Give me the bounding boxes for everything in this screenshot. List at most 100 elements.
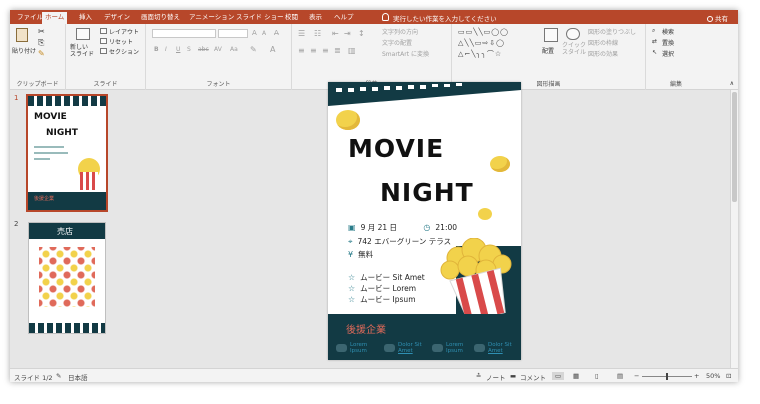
find-icon[interactable]: ⌕ [652,27,655,35]
align-text-button[interactable]: 文字の配置 [382,38,412,47]
sponsor-name[interactable]: Lorem Ipsum [350,342,367,354]
tab-slideshow[interactable]: スライド ショー [233,12,287,24]
shape-effects-button[interactable]: 図形の効果 [588,49,618,58]
event-date-time[interactable]: ▣ 9 月 21 日 ◷ 21:00 [348,222,457,233]
section-icon [100,48,107,54]
highlight-icon[interactable]: ✎ [250,45,257,54]
current-slide-canvas[interactable]: MOVIE NIGHT ▣ 9 月 21 日 ◷ 21:00 ⌖ 742 エバーグリー… [328,82,521,360]
font-size-dropdown[interactable] [218,29,248,38]
slideshow-icon[interactable]: ▤ [617,372,623,380]
select-icon[interactable]: ↖ [652,49,657,56]
arrange-icon[interactable] [544,28,558,42]
clear-format-icon[interactable]: A̶ [274,29,279,37]
tab-home[interactable]: ホーム [42,12,68,24]
copy-icon[interactable]: ⎘ [38,38,44,48]
italic-button[interactable]: I [165,46,167,53]
numbering-icon[interactable]: ☷ [314,29,321,38]
decrease-indent-icon[interactable]: ⇤ [332,29,339,38]
tab-insert[interactable]: 挿入 [76,12,95,24]
find-button[interactable]: 検索 [662,27,674,36]
arrange-button[interactable]: 配置 [542,46,554,55]
shrink-font-button[interactable]: A [262,30,266,37]
comments-icon[interactable]: ▬ [510,372,516,380]
slide-title-movie[interactable]: MOVIE [348,134,444,163]
cut-icon[interactable]: ✂ [38,27,45,36]
new-slide-button[interactable]: 新しい スライド [70,44,94,58]
align-left-icon[interactable]: ≡ [298,46,305,55]
quick-style-button[interactable]: クイック スタイル [562,42,586,56]
notes-button[interactable]: ノート [486,372,506,382]
select-button[interactable]: 選択 [662,49,674,58]
smartart-button[interactable]: SmartArt に変換 [382,49,429,58]
scrollbar-thumb[interactable] [732,92,737,202]
share-button[interactable]: 共有 [707,13,728,23]
shape-fill-button[interactable]: 図形の塗りつぶし [588,27,636,36]
collapse-ribbon-icon[interactable]: ∧ [730,80,734,87]
line-spacing-icon[interactable]: ↕ [358,29,365,38]
align-right-icon[interactable]: ≡ [322,46,329,55]
shapes-gallery[interactable]: ▭▭╲╲▭◯◯ △╲╲▭⇨⇩◯ △⌐╲╮╮⌒☆ [458,27,534,61]
event-price-line[interactable]: ¥ 無料 [348,249,373,260]
align-center-icon[interactable]: ≡ [310,46,317,55]
popcorn-bucket-icon [440,238,512,318]
thumb1-text-line [34,152,68,154]
increase-indent-icon[interactable]: ⇥ [344,29,351,38]
shape-outline-button[interactable]: 図形の枠線 [588,38,618,47]
bullets-icon[interactable]: ☰ [298,29,305,38]
zoom-out-icon[interactable]: − [634,372,639,380]
proofing-icon[interactable]: ✎ [56,372,61,380]
char-spacing-button[interactable]: AV [214,46,222,53]
strikethrough-button[interactable]: abc [198,46,209,53]
tab-view[interactable]: 表示 [306,12,325,24]
star-icon: ☆ [348,284,356,293]
fit-to-window-icon[interactable]: ⊡ [726,372,731,380]
thumbnail-slide-2[interactable]: 売店 [28,222,106,334]
vertical-scrollbar[interactable] [730,90,738,368]
text-direction-button[interactable]: 文字列の方向 [382,27,418,36]
normal-view-icon[interactable]: ▭ [552,372,565,380]
tell-me-search[interactable]: 実行したい作業を入力してください [393,13,497,23]
underline-button[interactable]: U [176,46,180,53]
columns-icon[interactable]: ▥ [348,46,356,55]
thumbnail-slide-1[interactable]: MOVIE NIGHT 後援企業 [26,94,108,212]
sponsor-name[interactable]: Dolor Sit Amet [488,342,512,354]
slide-sorter-icon[interactable]: ▦ [573,372,579,380]
reset-button[interactable]: リセット [109,37,133,46]
new-slide-icon[interactable] [76,28,90,40]
bold-button[interactable]: B [154,46,159,53]
comments-button[interactable]: コメント [520,372,546,382]
sponsor-heading[interactable]: 後援企業 [346,321,386,336]
reading-view-icon[interactable]: ▯ [595,372,599,380]
paste-button[interactable]: 貼り付け [12,46,36,55]
replace-icon[interactable]: ⇄ [652,38,657,45]
sponsor-name[interactable]: Lorem Ipsum [446,342,463,354]
sponsor-name[interactable]: Dolor Sit Amet [398,342,422,354]
zoom-in-icon[interactable]: + [694,372,699,380]
grow-font-button[interactable]: A [252,29,257,37]
movie-list-item[interactable]: ☆ ムービー Sit Amet [348,272,425,283]
zoom-level[interactable]: 50% [706,372,720,380]
tab-animations[interactable]: アニメーション [186,12,237,24]
zoom-slider-thumb[interactable] [666,373,668,380]
change-case-button[interactable]: Aa [230,46,238,53]
thumb1-filmstrip [28,96,106,106]
format-painter-icon[interactable]: ✎ [38,49,45,58]
section-button[interactable]: セクション [109,47,139,56]
justify-icon[interactable]: ≣ [334,46,341,55]
quick-style-icon[interactable] [566,28,580,40]
tab-transitions[interactable]: 画面切り替え [138,12,183,24]
paste-icon[interactable] [16,28,28,42]
tab-help[interactable]: ヘルプ [331,12,357,24]
layout-button[interactable]: レイアウト [109,27,139,36]
movie-list-item[interactable]: ☆ ムービー Ipsum [348,294,416,305]
font-family-dropdown[interactable] [152,29,216,38]
slide-title-night[interactable]: NIGHT [380,178,474,207]
movie-list-item[interactable]: ☆ ムービー Lorem [348,283,416,294]
shadow-button[interactable]: S [187,46,191,53]
replace-button[interactable]: 置換 [662,38,674,47]
font-color-icon[interactable]: A [270,45,275,54]
tab-review[interactable]: 校閲 [282,12,301,24]
tab-design[interactable]: デザイン [101,12,133,24]
language-indicator[interactable]: 日本語 [68,372,88,382]
notes-icon[interactable]: ≛ [476,372,481,380]
